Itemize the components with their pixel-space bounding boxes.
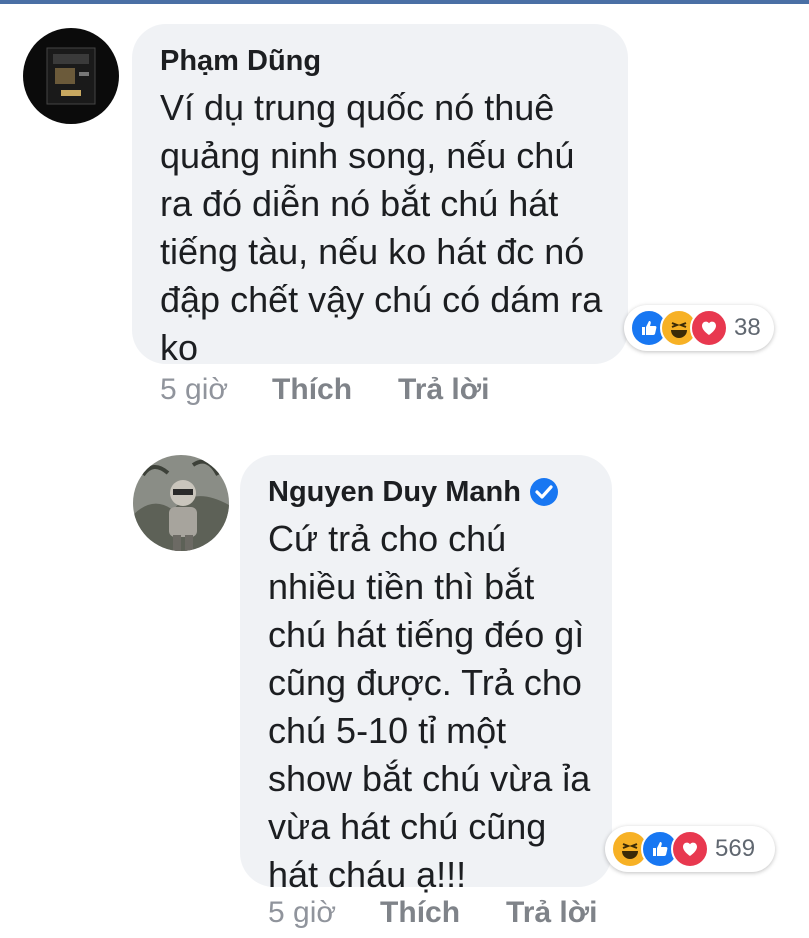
comment-author[interactable]: Phạm Dũng: [160, 38, 628, 84]
reaction-count: 569: [715, 835, 756, 862]
avatar[interactable]: [133, 455, 229, 551]
author-name[interactable]: Nguyen Duy Manh: [268, 476, 521, 509]
comment-text: Cứ trả cho chú nhiều tiền thì bắt chú há…: [268, 515, 612, 899]
comment-line: quảng ninh song, nếu chú: [160, 135, 575, 176]
love-icon: [671, 830, 709, 868]
comment-line: ko: [160, 327, 199, 368]
comment-line: vừa hát chú cũng: [268, 806, 547, 847]
comment-time[interactable]: 5 giờ: [160, 373, 228, 407]
comment-time[interactable]: 5 giờ: [268, 896, 336, 930]
comment-bubble: Phạm Dũng Ví dụ trung quốc nó thuê quảng…: [132, 24, 628, 368]
reaction-summary[interactable]: 569: [605, 826, 775, 872]
comment-text: Ví dụ trung quốc nó thuê quảng ninh song…: [160, 84, 628, 372]
comment-line: chú hát tiếng đéo gì: [268, 614, 585, 655]
like-button[interactable]: Thích: [380, 896, 460, 930]
reaction-summary[interactable]: 38: [624, 305, 774, 351]
comment-bubble: Nguyen Duy Manh Cứ trả cho chú nhiều tiề…: [240, 455, 612, 895]
avatar[interactable]: [23, 28, 119, 124]
comment-line: ra đó diễn nó bắt chú hát: [160, 183, 559, 224]
verified-badge-icon: [529, 477, 559, 507]
comment-line: Ví dụ trung quốc nó thuê: [160, 87, 555, 128]
love-icon: [690, 309, 728, 347]
comment-line: show bắt chú vừa ỉa: [268, 758, 591, 799]
comment-line: Cứ trả cho chú: [268, 518, 507, 559]
reply-button[interactable]: Trả lời: [398, 373, 489, 407]
comment-line: tiếng tàu, nếu ko hát đc nó: [160, 231, 585, 272]
comment-line: hát cháu ạ!!!: [268, 854, 467, 895]
comment-actions: 5 giờ Thích Trả lời: [160, 370, 489, 410]
top-divider: [0, 0, 809, 4]
reply-button[interactable]: Trả lời: [506, 896, 597, 930]
reaction-count: 38: [734, 314, 761, 341]
author-name[interactable]: Phạm Dũng: [160, 45, 321, 78]
comment-line: đập chết vậy chú có dám ra: [160, 279, 603, 320]
comment-author[interactable]: Nguyen Duy Manh: [268, 469, 612, 515]
comment-actions: 5 giờ Thích Trả lời: [268, 893, 597, 933]
like-button[interactable]: Thích: [272, 373, 352, 407]
comment-line: nhiều tiền thì bắt: [268, 566, 535, 607]
comment-line: chú 5-10 tỉ một: [268, 710, 507, 751]
comment-line: cũng được. Trả cho: [268, 662, 582, 703]
